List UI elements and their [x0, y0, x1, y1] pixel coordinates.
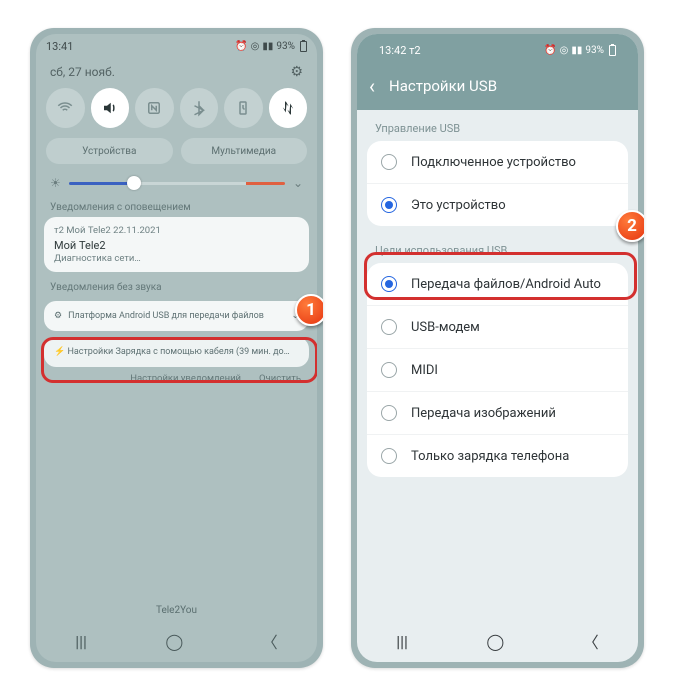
- radio-usb-modem[interactable]: USB-модем: [367, 305, 628, 348]
- home-button[interactable]: ◯: [486, 632, 504, 651]
- home-button[interactable]: ◯: [165, 632, 183, 651]
- signal-icon: ▮▮: [571, 45, 582, 56]
- step-badge-1: 1: [295, 294, 323, 326]
- radio-midi[interactable]: MIDI: [367, 348, 628, 391]
- sound-toggle[interactable]: [91, 88, 130, 128]
- media-pill[interactable]: Мультимедиа: [181, 138, 308, 164]
- battery-icon: [300, 41, 307, 52]
- date-label: сб, 27 нояб.: [50, 65, 115, 79]
- wifi-icon: ◎: [560, 45, 569, 56]
- radio-icon: [381, 405, 397, 421]
- signal-icon: ▮▮: [262, 41, 273, 52]
- section-silent-label: Уведомления без звука: [36, 278, 317, 297]
- back-button[interactable]: 〈: [583, 629, 599, 653]
- notif-body: Диагностика сети…: [54, 253, 299, 264]
- nfc-toggle[interactable]: [135, 88, 174, 128]
- radio-this-device[interactable]: Это устройство: [367, 183, 628, 226]
- phone-left: 13:41 ⏰ ◎ ▮▮ 93% сб, 27 нояб. ⚙ Устройст…: [30, 28, 323, 668]
- clock: 13:42 т2: [379, 44, 421, 57]
- step-badge-2: 2: [616, 210, 644, 242]
- status-icons: ⏰ ◎ ▮▮ 93%: [235, 41, 307, 52]
- status-bar: 13:42 т2 ⏰ ◎ ▮▮ 93%: [369, 38, 626, 62]
- battery-icon: [609, 45, 616, 56]
- powersave-toggle[interactable]: [224, 88, 263, 128]
- nav-bar: ||| ◯ 〈: [357, 620, 638, 662]
- group-control-label: Управление USB: [357, 110, 638, 141]
- alarm-icon: ⏰: [544, 45, 556, 56]
- carrier-label: Tele2You: [36, 605, 317, 616]
- clock: 13:41: [46, 40, 73, 53]
- alarm-icon: ⏰: [235, 41, 247, 52]
- brightness-icon: ☀: [50, 176, 61, 190]
- quick-settings: [36, 88, 317, 128]
- highlight-box-2: [364, 252, 637, 300]
- back-button[interactable]: 〈: [262, 629, 278, 653]
- page-title: Настройки USB: [389, 77, 497, 95]
- recents-button[interactable]: |||: [396, 632, 408, 651]
- radio-label: USB-модем: [411, 320, 480, 335]
- wifi-toggle[interactable]: [46, 88, 85, 128]
- radio-label: Это устройство: [411, 198, 506, 213]
- radio-icon: [381, 197, 397, 213]
- radio-label: Только зарядка телефона: [411, 449, 569, 464]
- section-alert-label: Уведомления с оповещением: [36, 192, 317, 217]
- data-toggle[interactable]: [269, 88, 308, 128]
- slider-thumb[interactable]: [127, 176, 141, 190]
- group-control-card: Подключенное устройство Это устройство: [367, 141, 628, 226]
- radio-label: Передача изображений: [411, 406, 556, 421]
- radio-charge-only[interactable]: Только зарядка телефона: [367, 434, 628, 477]
- phone-right: 13:42 т2 ⏰ ◎ ▮▮ 93% ‹ Настройки USB Упра…: [351, 28, 644, 668]
- devices-pill[interactable]: Устройства: [46, 138, 173, 164]
- status-bar: 13:41 ⏰ ◎ ▮▮ 93%: [36, 34, 317, 58]
- recents-button[interactable]: |||: [75, 632, 87, 651]
- highlight-box-1: [41, 337, 317, 383]
- notification-usb[interactable]: ⚙ Платформа Android USB для передачи фай…: [44, 301, 309, 331]
- wifi-icon: ◎: [251, 41, 260, 52]
- radio-label: Подключенное устройство: [411, 155, 576, 170]
- nav-bar: ||| ◯ 〈: [36, 620, 317, 662]
- sys-usb-text: Платформа Android USB для передачи файло…: [68, 311, 285, 321]
- battery-pct: 93%: [585, 45, 604, 56]
- chevron-down-icon[interactable]: ⌄: [293, 176, 303, 190]
- radio-icon: [381, 448, 397, 464]
- radio-icon: [381, 319, 397, 335]
- radio-connected-device[interactable]: Подключенное устройство: [367, 141, 628, 183]
- radio-label: MIDI: [411, 363, 438, 378]
- gear-icon[interactable]: ⚙: [290, 64, 303, 80]
- notif-title: Мой Tele2: [54, 239, 299, 252]
- brightness-row: ☀ ⌄: [36, 168, 317, 192]
- notification-tele2[interactable]: т2 Мой Tele2 22.11.2021 Мой Tele2 Диагно…: [44, 217, 309, 272]
- radio-icon: [381, 154, 397, 170]
- back-icon[interactable]: ‹: [369, 74, 375, 98]
- radio-images[interactable]: Передача изображений: [367, 391, 628, 434]
- notif-app: т2 Мой Tele2 22.11.2021: [54, 225, 299, 236]
- radio-icon: [381, 362, 397, 378]
- bluetooth-toggle[interactable]: [180, 88, 219, 128]
- brightness-slider[interactable]: [69, 182, 285, 185]
- battery-pct: 93%: [276, 41, 295, 52]
